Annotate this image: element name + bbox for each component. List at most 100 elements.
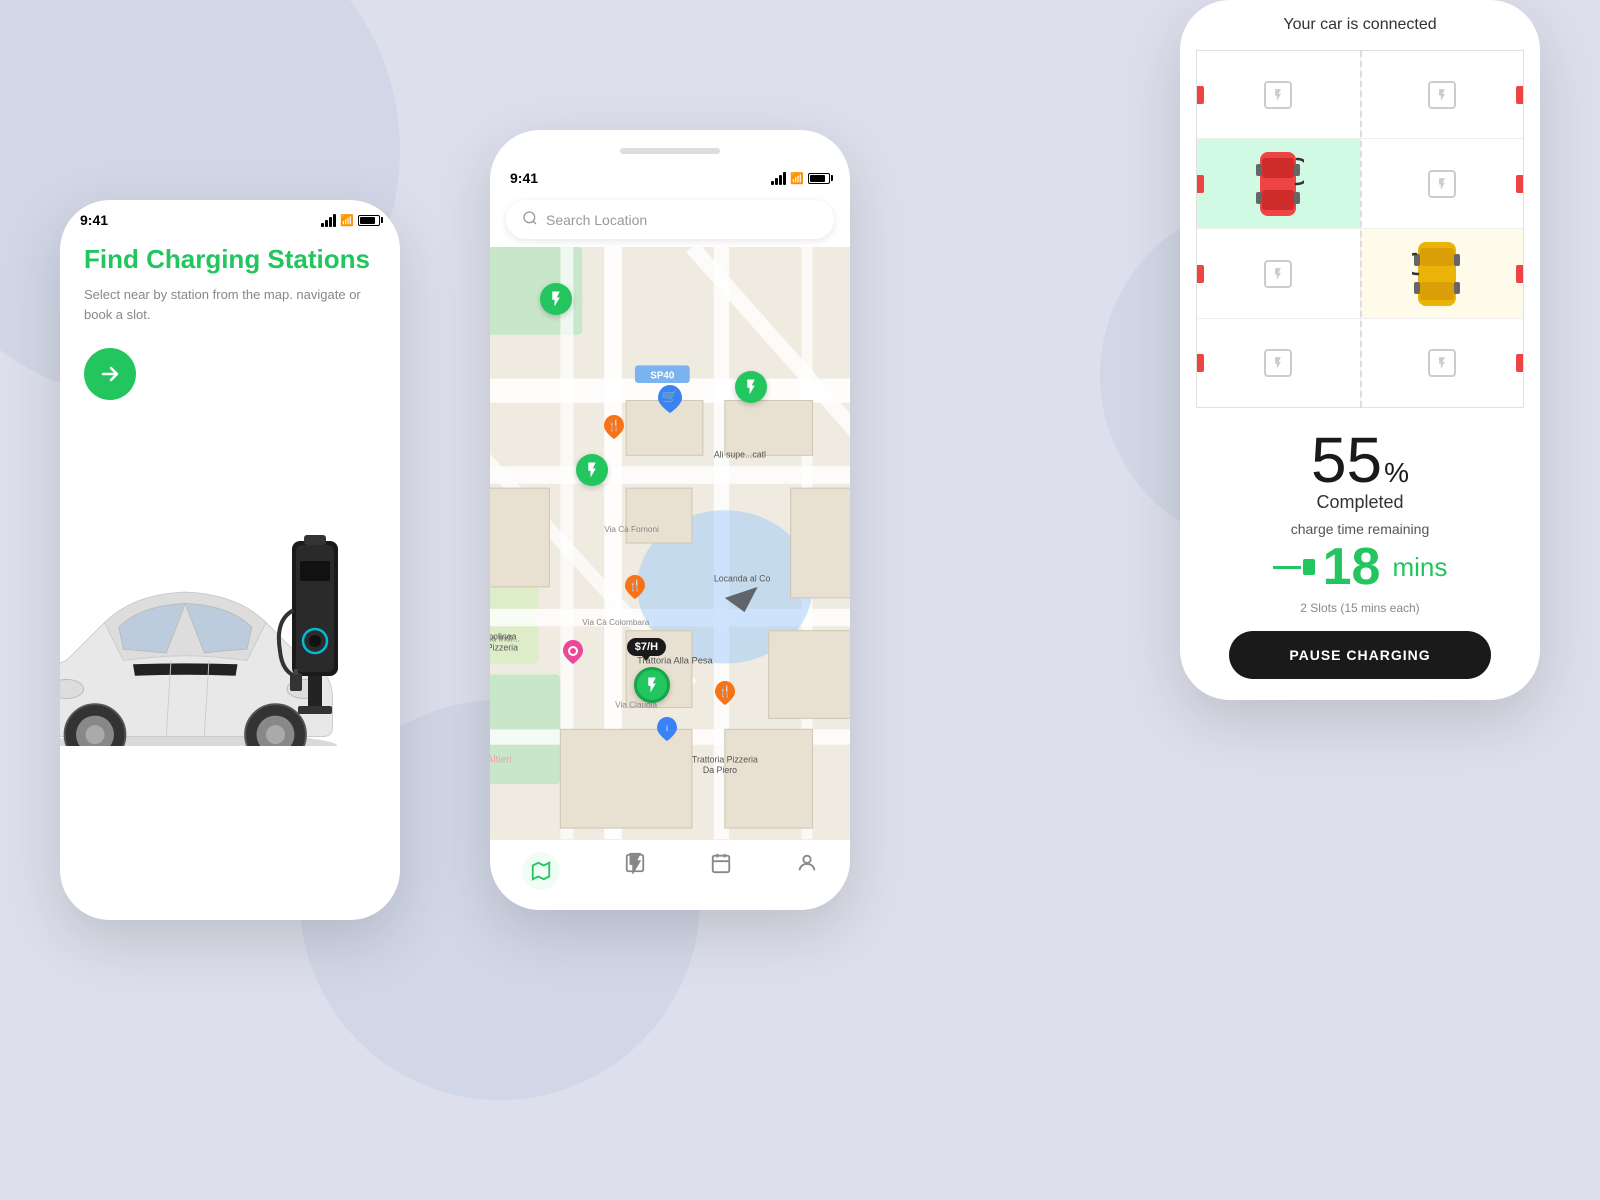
signal-bar-6	[775, 178, 778, 185]
charge-time-row: 18 mins	[1196, 541, 1524, 593]
arrow-button[interactable]	[84, 348, 136, 400]
pink-pin-svg	[562, 638, 584, 666]
wifi-icon-1: 📶	[340, 214, 354, 227]
map-svg: SP40 Via Indi... Via Cà Fornoni	[490, 247, 850, 839]
red-tag-2	[1516, 86, 1523, 104]
red-tag-3	[1197, 175, 1204, 193]
battery-fill-2	[810, 175, 825, 182]
search-icon	[522, 210, 538, 229]
charger-svg	[270, 491, 360, 731]
food-marker-svg-1: 🍴	[602, 413, 626, 441]
svg-text:el Altieri: el Altieri	[490, 754, 512, 765]
food-marker-svg-3: 🍴	[713, 679, 737, 707]
cable-line	[1273, 566, 1301, 569]
map-nav-icon	[530, 860, 552, 882]
svg-text:🍴: 🍴	[607, 419, 621, 432]
price-tag: $7/H	[627, 638, 666, 656]
charger-slot-8	[1428, 349, 1456, 377]
status-bar-2: 9:41 📶	[490, 158, 850, 192]
nav-profile[interactable]	[796, 852, 818, 890]
car-connected-title: Your car is connected	[1180, 0, 1540, 50]
find-title: Find Charging Stations	[84, 244, 376, 275]
time-1: 9:41	[80, 212, 108, 228]
battery-icon-1	[358, 215, 380, 226]
parking-grid	[1196, 50, 1524, 408]
svg-text:🍴: 🍴	[628, 579, 642, 592]
food-marker-3: 🍴	[713, 679, 737, 712]
svg-text:🛒: 🛒	[662, 389, 678, 404]
svg-text:🍴: 🍴	[718, 685, 732, 698]
battery-fill-1	[360, 217, 375, 224]
search-placeholder: Search Location	[546, 212, 647, 228]
signal-bar-5	[771, 181, 774, 185]
svg-text:Via Cà Fornoni: Via Cà Fornoni	[604, 525, 659, 534]
phone-2: 9:41 📶 Search Locatio	[490, 130, 850, 910]
charger-slot-icon-7	[1271, 356, 1285, 370]
svg-text:Ali supe...catl: Ali supe...catl	[714, 449, 766, 459]
parking-cell-3-occupied	[1197, 139, 1361, 229]
screens-container: 9:41 📶 Find Charging Stations Select nea…	[0, 0, 1600, 1200]
food-marker-svg-2: 🍴	[623, 573, 647, 601]
dashed-divider	[1360, 51, 1362, 407]
svg-text:SP40: SP40	[650, 371, 675, 382]
nav-calendar[interactable]	[710, 852, 732, 890]
ev-marker-1[interactable]	[540, 283, 572, 315]
charge-stats: 55 % Completed charge time remaining 18 …	[1180, 408, 1540, 689]
find-subtitle: Select near by station from the map. nav…	[84, 285, 376, 324]
signal-bar-7	[779, 175, 782, 185]
svg-text:Locanda al Co: Locanda al Co	[714, 573, 771, 583]
shop-marker: 🛒	[656, 383, 684, 420]
phone-2-top	[490, 130, 850, 158]
signal-bar-8	[783, 172, 786, 185]
profile-nav-icon	[796, 852, 818, 874]
signal-bars-1	[321, 214, 336, 227]
red-tag-8	[1516, 354, 1523, 372]
calendar-nav-icon	[710, 852, 732, 874]
red-tag-6	[1516, 265, 1523, 283]
charger-slot-1	[1264, 81, 1292, 109]
nav-map[interactable]	[522, 852, 560, 890]
notch-indicator	[620, 148, 720, 154]
time-2: 9:41	[510, 170, 538, 186]
status-bar-1: 9:41 📶	[60, 200, 400, 234]
yellow-car-top	[1412, 236, 1472, 312]
parking-cell-6-occupied	[1361, 229, 1524, 319]
charger-slot-icon-5	[1271, 267, 1285, 281]
mins-label: mins	[1392, 552, 1447, 583]
charger-slot-5	[1264, 260, 1292, 288]
nav-charging[interactable]	[624, 852, 646, 890]
cable-icon	[1273, 559, 1315, 575]
bottom-nav	[490, 839, 850, 910]
signal-bar-4	[333, 214, 336, 227]
blue-marker: i	[656, 715, 678, 748]
map-area: SP40 Via Indi... Via Cà Fornoni	[490, 247, 850, 839]
charger-slot-7	[1264, 349, 1292, 377]
charger-slot-2	[1428, 81, 1456, 109]
charger-slot-icon-1	[1271, 88, 1285, 102]
charger-slot-icon-2	[1435, 88, 1449, 102]
charger-slot-icon-4	[1435, 177, 1449, 191]
parking-cell-1	[1197, 51, 1361, 139]
parking-cell-8	[1361, 319, 1524, 407]
signal-bar-1	[321, 223, 324, 227]
ev-marker-2[interactable]	[735, 371, 767, 403]
red-tag-1	[1197, 86, 1204, 104]
charge-mins-value: 18	[1323, 541, 1381, 593]
cable-plug	[1303, 559, 1315, 575]
red-tag-7	[1197, 354, 1204, 372]
wifi-icon-2: 📶	[790, 172, 804, 185]
slots-info: 2 Slots (15 mins each)	[1196, 601, 1524, 615]
svg-text:te Pizzeria: te Pizzeria	[490, 642, 518, 652]
pause-charging-button[interactable]: PAUSE CHARGING	[1229, 631, 1491, 679]
charging-nav-icon	[624, 852, 646, 874]
phone-3: Your car is connected	[1180, 0, 1540, 700]
red-car-top	[1252, 144, 1304, 224]
status-icons-2: 📶	[771, 172, 830, 185]
food-marker-2: 🍴	[623, 573, 647, 606]
percent-symbol: %	[1384, 457, 1409, 489]
search-bar[interactable]: Search Location	[506, 200, 834, 239]
status-icons-1: 📶	[321, 214, 380, 227]
ev-icon-3	[583, 461, 601, 479]
red-tag-4	[1516, 175, 1523, 193]
ev-charger-image	[270, 491, 360, 736]
